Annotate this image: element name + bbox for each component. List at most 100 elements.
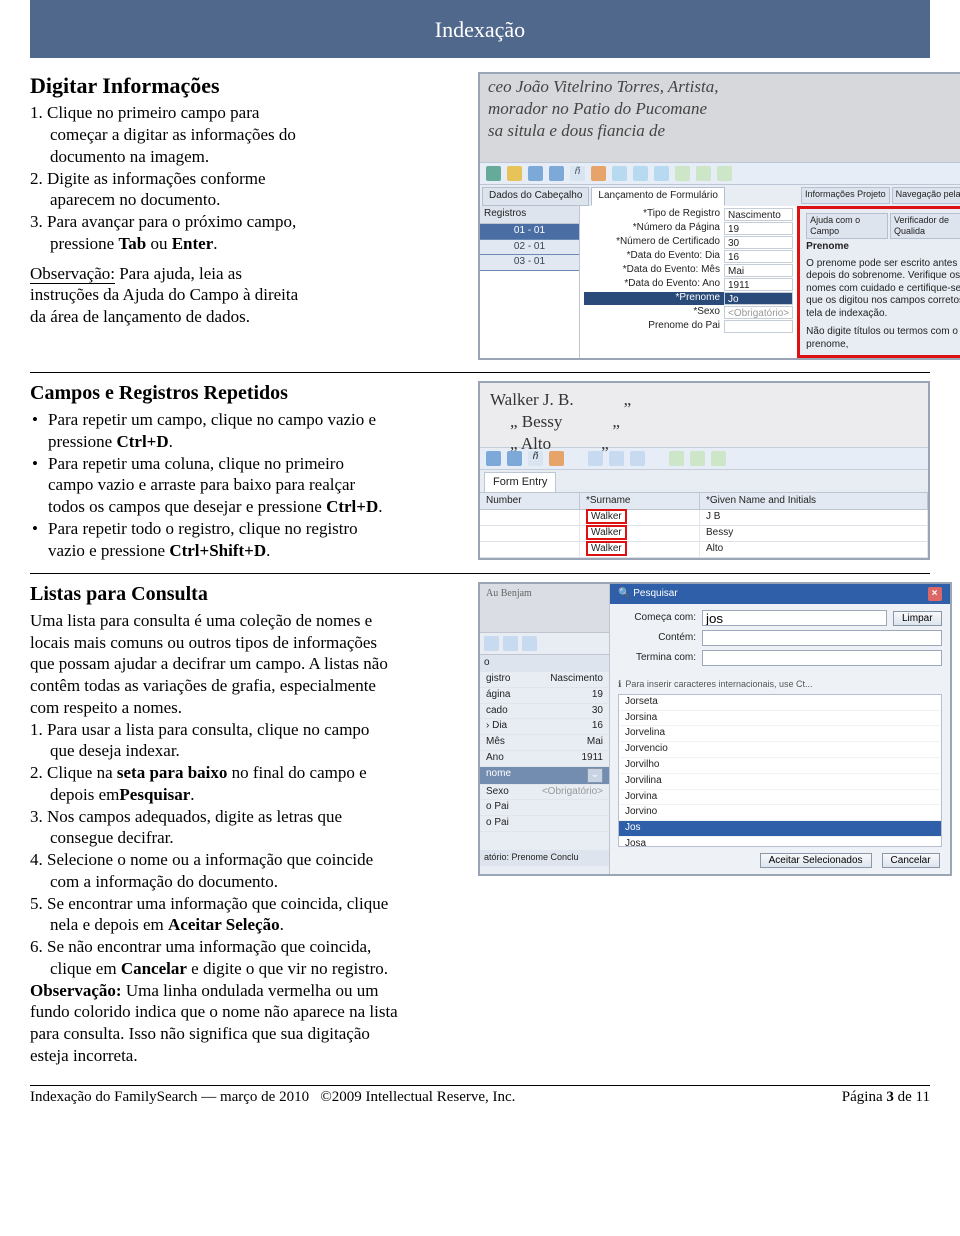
field-value[interactable]: <Obrigatório>: [724, 306, 793, 319]
list-item: 2. Digite as informações conformeaparece…: [30, 168, 460, 212]
n-tilde-icon[interactable]: ñ: [528, 451, 543, 466]
field-label: o Pai: [486, 817, 509, 830]
tool-icon[interactable]: [549, 451, 564, 466]
undo-icon[interactable]: [486, 451, 501, 466]
tab-form-entry[interactable]: Lançamento de Formulário: [591, 187, 725, 206]
field-value[interactable]: <Obrigatório>: [542, 786, 603, 799]
tool-icon[interactable]: [654, 166, 669, 181]
tool-icon[interactable]: [711, 451, 726, 466]
contains-label: Contém:: [618, 632, 696, 645]
clear-button[interactable]: Limpar: [893, 611, 942, 626]
list-item[interactable]: Josa: [619, 837, 941, 847]
field-value[interactable]: Nascimento: [550, 673, 603, 686]
form-tabs: Dados do Cabeçalho Lançamento de Formulá…: [480, 185, 727, 206]
cell-given[interactable]: Bessy: [700, 526, 928, 541]
list-item[interactable]: Jorseta: [619, 695, 941, 711]
field-value-active[interactable]: Jo: [724, 292, 793, 305]
doc-strip: Au Benjam: [480, 584, 609, 632]
field-value[interactable]: Mai: [724, 264, 793, 277]
redo-icon[interactable]: [507, 451, 522, 466]
list-item[interactable]: Jorvina: [619, 790, 941, 806]
field-value[interactable]: Mai: [587, 736, 603, 749]
field-value[interactable]: 16: [592, 720, 603, 733]
cancel-button[interactable]: Cancelar: [882, 853, 940, 868]
cell-given[interactable]: Alto: [700, 542, 928, 557]
tool-icon[interactable]: [591, 166, 606, 181]
field-value[interactable]: 16: [724, 250, 793, 263]
field-value[interactable]: 1911: [581, 752, 603, 765]
undo-icon[interactable]: [528, 166, 543, 181]
field-value[interactable]: 30: [592, 705, 603, 718]
cell-surname[interactable]: Walker: [586, 525, 627, 540]
list-item: 4. Selecione o nome ou a informação que …: [30, 849, 460, 893]
cell-surname[interactable]: Walker: [586, 509, 627, 524]
contains-input[interactable]: [702, 630, 942, 646]
tool-icon[interactable]: [675, 166, 690, 181]
help-title: Prenome: [806, 241, 960, 254]
tab-form-entry[interactable]: Form Entry: [484, 472, 556, 491]
tool-icon[interactable]: [717, 166, 732, 181]
list-item-selected[interactable]: Jos: [619, 821, 941, 837]
handwriting: Alto: [521, 434, 551, 453]
field-value[interactable]: [724, 320, 793, 333]
tool-icon[interactable]: [486, 166, 501, 181]
lookup-list[interactable]: Jorseta Jorsina Jorvelina Jorvencio Jorv…: [618, 694, 942, 847]
field-value[interactable]: 30: [724, 236, 793, 249]
field-label: Sexo: [486, 786, 509, 799]
list-item: 6. Se não encontrar uma informação que c…: [30, 936, 460, 980]
record-item[interactable]: 01 - 01: [480, 224, 579, 240]
field-value[interactable]: 1911: [724, 278, 793, 291]
list-item: 1. Para usar a lista para consulta, cliq…: [30, 719, 460, 763]
tool-icon[interactable]: [669, 451, 684, 466]
list-item[interactable]: Jorsina: [619, 711, 941, 727]
field-label: › Dia: [486, 720, 507, 733]
ends-with-input[interactable]: [702, 650, 942, 666]
tool-icon[interactable]: [612, 166, 627, 181]
list-item[interactable]: Jorvencio: [619, 742, 941, 758]
close-icon[interactable]: ×: [928, 587, 942, 601]
tab-quality-check[interactable]: Verificador de Qualida: [890, 213, 960, 240]
divider: [30, 573, 930, 574]
field-value[interactable]: 19: [592, 689, 603, 702]
field-label: *Tipo de Registro: [584, 208, 724, 221]
tool-icon[interactable]: [507, 166, 522, 181]
tool-icon[interactable]: [690, 451, 705, 466]
n-tilde-icon[interactable]: ñ: [570, 166, 585, 181]
tool-icon[interactable]: [522, 636, 537, 651]
field-label: o Pai: [486, 801, 509, 814]
tab-image-nav[interactable]: Navegação pela Imag: [892, 187, 960, 204]
dropdown-icon[interactable]: ⌄: [587, 768, 603, 783]
list-item[interactable]: Jorvelina: [619, 726, 941, 742]
field-value[interactable]: Nascimento: [724, 208, 793, 221]
field-label: *Número de Certificado: [584, 236, 724, 249]
cell-given[interactable]: J B: [700, 510, 928, 525]
screenshot-form-entry: ceo João Vitelrino Torres, Artista,morad…: [478, 72, 960, 360]
cell-surname[interactable]: Walker: [586, 541, 627, 556]
tool-icon[interactable]: [484, 636, 499, 651]
tool-icon[interactable]: [503, 636, 518, 651]
tool-icon[interactable]: [609, 451, 624, 466]
tool-icon[interactable]: [633, 166, 648, 181]
list-item[interactable]: Jorvino: [619, 805, 941, 821]
begins-with-input[interactable]: [702, 610, 887, 626]
tab-header-data[interactable]: Dados do Cabeçalho: [482, 187, 589, 206]
tool-icon[interactable]: [630, 451, 645, 466]
tab-field-help[interactable]: Ajuda com o Campo: [806, 213, 888, 240]
list-item: 1. Clique no primeiro campo paracomeçar …: [30, 102, 460, 167]
list-item: Para repetir todo o registro, clique no …: [30, 518, 460, 562]
records-header: Registros: [480, 206, 579, 224]
accept-button[interactable]: Aceitar Selecionados: [760, 853, 872, 868]
list-item[interactable]: Jorvilina: [619, 774, 941, 790]
list-item: Para repetir um campo, clique no campo v…: [30, 409, 460, 453]
sec1-observation: Observação: Para ajuda, leia asinstruçõe…: [30, 263, 460, 328]
record-item[interactable]: 03 - 01: [480, 255, 579, 271]
list-item[interactable]: Jorvilho: [619, 758, 941, 774]
tab-project-info[interactable]: Informações Projeto: [801, 187, 890, 204]
tool-icon[interactable]: [588, 451, 603, 466]
redo-icon[interactable]: [549, 166, 564, 181]
record-item[interactable]: 02 - 01: [480, 240, 579, 256]
handwriting: Bessy: [522, 412, 563, 431]
divider: [30, 372, 930, 373]
field-value[interactable]: 19: [724, 222, 793, 235]
tool-icon[interactable]: [696, 166, 711, 181]
